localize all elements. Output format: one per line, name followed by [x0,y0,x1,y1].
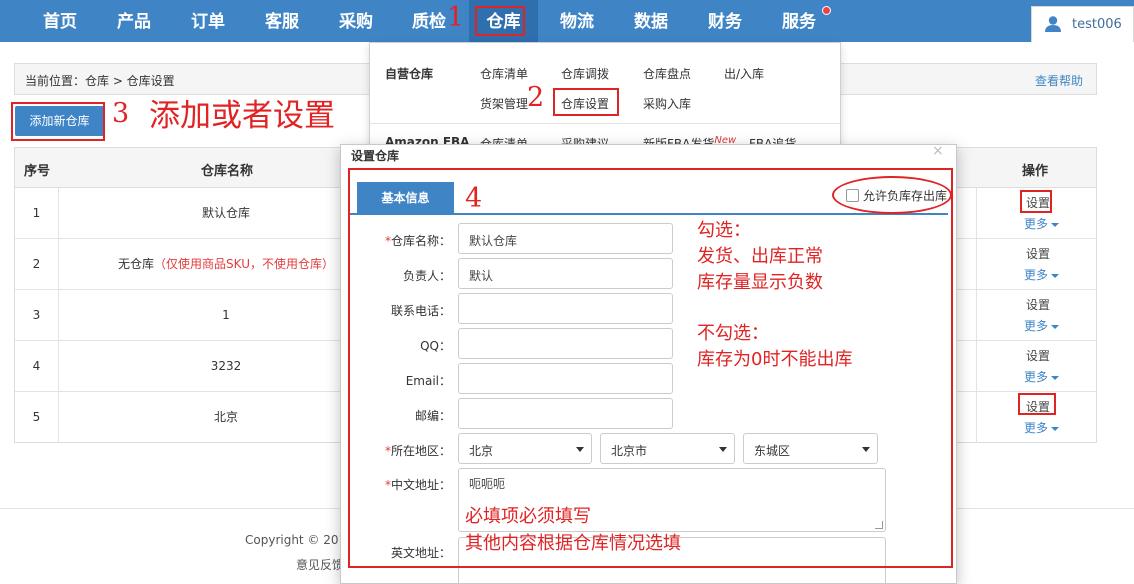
menu-shelf-management[interactable]: 货架管理 [480,95,528,112]
warehouse-name: 默认仓库 [201,206,250,220]
feedback-link[interactable]: 意见反馈 [296,556,344,573]
warehouse-note: （仅使用商品SKU，不使用仓库） [154,257,334,271]
row-no: 4 [15,341,59,392]
row-no: 2 [15,239,59,290]
annotation-box-add-button [11,102,105,141]
nav-home[interactable]: 首页 [32,0,88,42]
annotation-step-3: 3 [112,98,130,129]
nav-orders[interactable]: 订单 [180,0,236,42]
annotation-unchecked-title: 不勾选： [697,323,769,344]
more-menu[interactable]: 更多 [1024,266,1060,283]
more-label: 更多 [1024,217,1049,231]
notification-dot [822,6,831,15]
nav-finance[interactable]: 财务 [697,0,753,42]
menu-warehouse-list[interactable]: 仓库清单 [480,65,528,82]
nav-data[interactable]: 数据 [623,0,679,42]
annotation-box-set-row1 [1020,190,1052,213]
more-menu[interactable]: 更多 [1024,317,1060,334]
menu-purchase-inbound[interactable]: 采购入库 [643,95,691,112]
dropdown-group-own-warehouse: 自营仓库 [385,67,434,81]
menu-warehouse-stocktake[interactable]: 仓库盘点 [643,65,691,82]
nav-service[interactable]: 服务 [771,0,827,42]
annotation-box-warehouse-settings [553,88,619,116]
copyright: Copyright © 201 [245,533,347,547]
more-menu[interactable]: 更多 [1024,368,1060,385]
annotation-ellipse-checkbox [832,176,952,214]
header-no: 序号 [24,164,51,179]
dropdown-divider [370,123,840,124]
user-icon [1045,16,1061,32]
header-name: 仓库名称 [201,164,254,179]
nav-purchase[interactable]: 采购 [328,0,384,42]
annotation-box-warehouse-nav [475,6,525,36]
user-menu[interactable]: test006 [1031,6,1134,42]
caret-down-icon [1051,273,1060,278]
annotation-checked-line2: 库存量显示负数 [697,272,823,293]
warehouse-name: 3232 [210,359,242,373]
more-label: 更多 [1024,421,1049,435]
breadcrumb: 当前位置：仓库 > 仓库设置 [25,74,175,88]
caret-down-icon [1051,324,1060,329]
annotation-box-form [348,168,953,568]
annotation-step-1: 1 [447,2,465,33]
set-link[interactable]: 设置 [1024,295,1052,314]
caret-down-icon [1051,426,1060,431]
warehouse-name: 无仓库 [118,257,155,271]
nav-logistics[interactable]: 物流 [549,0,605,42]
nav-products[interactable]: 产品 [106,0,162,42]
annotation-add-or-set: 添加或者设置 [149,98,335,134]
user-name: test006 [1072,17,1122,32]
help-link[interactable]: 查看帮助 [1035,72,1083,89]
annotation-step-2: 2 [527,82,545,113]
more-menu[interactable]: 更多 [1024,419,1060,436]
annotation-step-4: 4 [465,183,483,214]
more-menu[interactable]: 更多 [1024,215,1060,232]
nav-customer-service[interactable]: 客服 [254,0,310,42]
row-actions: 设置 更多 [976,290,1096,341]
row-actions: 设置 更多 [976,341,1096,392]
close-icon[interactable]: × [932,145,944,159]
modal-title: 设置仓库 [351,149,400,163]
more-label: 更多 [1024,319,1049,333]
caret-down-icon [1051,375,1060,380]
more-label: 更多 [1024,268,1049,282]
row-no: 3 [15,290,59,341]
menu-warehouse-transfer[interactable]: 仓库调拨 [561,65,609,82]
row-no: 1 [15,188,59,239]
caret-down-icon [1051,222,1060,227]
header-operation: 操作 [1022,164,1049,179]
warehouse-name: 1 [222,308,230,322]
annotation-checked-title: 勾选： [697,220,751,241]
row-no: 5 [15,392,59,443]
top-nav: 首页 产品 订单 客服 采购 质检 仓库 物流 数据 财务 服务 test006 [0,0,1134,42]
warehouse-name: 北京 [213,410,238,424]
annotation-other-note: 其他内容根据仓库情况选填 [465,533,681,554]
annotation-checked-line1: 发货、出库正常 [697,246,823,267]
annotation-unchecked-line1: 库存为0时不能出库 [697,349,853,370]
annotation-box-set-row5 [1018,393,1056,415]
menu-in-out-stock[interactable]: 出/入库 [724,65,764,82]
set-link[interactable]: 设置 [1024,346,1052,365]
more-label: 更多 [1024,370,1049,384]
row-actions: 设置 更多 [976,239,1096,290]
set-link[interactable]: 设置 [1024,244,1052,263]
annotation-required-note: 必填项必须填写 [465,506,591,527]
